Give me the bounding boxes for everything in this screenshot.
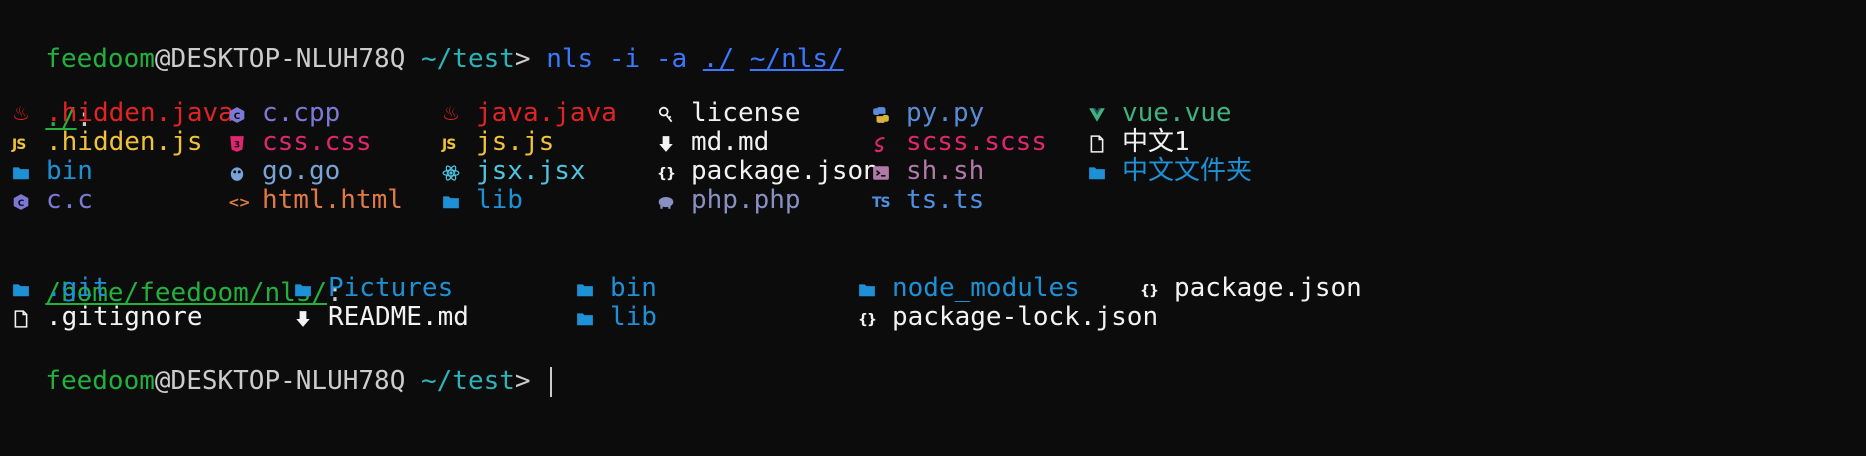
prompt-symbol: > xyxy=(514,44,531,74)
json-icon: {} xyxy=(858,312,877,328)
file-name: scss.scss xyxy=(906,127,1047,157)
file-entry[interactable]: Cc.c xyxy=(12,183,93,218)
file-entry[interactable]: TS ts.ts xyxy=(872,183,984,218)
file-name: bin xyxy=(46,156,93,186)
file-name: sh.sh xyxy=(906,156,985,186)
folder-icon xyxy=(576,300,610,335)
prompt-line[interactable]: feedoom@DESKTOP-NLUH78Q ~/test> xyxy=(14,329,553,397)
file-name: lib xyxy=(476,185,523,215)
file-entry[interactable]: {} package-lock.json xyxy=(858,300,1158,335)
file-name: go.go xyxy=(262,156,341,186)
file-name: README.md xyxy=(328,302,469,332)
folder-icon xyxy=(442,183,476,218)
text-cursor xyxy=(550,366,553,397)
svg-text:C: C xyxy=(234,111,241,121)
file-name: package.json xyxy=(1174,273,1362,303)
file-entry[interactable]: lib xyxy=(442,183,523,218)
file-name: vue.vue xyxy=(1122,98,1232,128)
file-name: js.js xyxy=(476,127,555,157)
svg-text:3: 3 xyxy=(234,140,240,150)
file-name: c.cpp xyxy=(262,98,341,128)
prompt-host: @DESKTOP-NLUH78Q xyxy=(154,44,406,74)
file-name: license xyxy=(691,98,801,128)
command-flags: -i -a xyxy=(608,44,688,74)
file-entry[interactable]: 中文文件夹 xyxy=(1088,154,1252,189)
file-name: 中文文件夹 xyxy=(1122,156,1253,186)
file-name: Pictures xyxy=(328,273,454,303)
file-name: .hidden.js xyxy=(46,127,203,157)
file-name: css.css xyxy=(262,127,372,157)
svg-text:C: C xyxy=(18,198,25,208)
file-entry[interactable]: php.php xyxy=(657,183,801,218)
file-name: lib xyxy=(610,302,657,332)
prompt-user: feedoom xyxy=(45,366,155,396)
command-arg-2: ~/nls/ xyxy=(749,44,844,74)
command-name: nls xyxy=(546,44,594,74)
file-name: md.md xyxy=(691,127,770,157)
prompt-symbol: > xyxy=(514,366,531,396)
file-name: node_modules xyxy=(892,273,1080,303)
command-line: feedoom@DESKTOP-NLUH78Q ~/test> nls -i -… xyxy=(14,7,843,74)
typescript-icon: TS xyxy=(872,195,891,211)
file-name: jsx.jsx xyxy=(476,156,586,186)
folder-icon xyxy=(1088,154,1122,189)
html-icon: <> xyxy=(228,195,250,211)
file-name: bin xyxy=(610,273,657,303)
file-name: package-lock.json xyxy=(892,302,1159,332)
command-arg-1: ./ xyxy=(702,44,735,74)
prompt-cwd: ~/test xyxy=(421,44,515,74)
file-name: java.java xyxy=(476,98,617,128)
json-icon: {} xyxy=(1140,283,1159,299)
file-name: c.c xyxy=(46,185,93,215)
php-icon xyxy=(657,183,691,218)
file-name: ts.ts xyxy=(906,185,985,215)
file-name: html.html xyxy=(262,185,403,215)
file-name: py.py xyxy=(906,98,985,128)
file-name: .git xyxy=(46,273,109,303)
prompt-cwd: ~/test xyxy=(421,366,515,396)
c-icon: C xyxy=(12,183,46,218)
file-name: php.php xyxy=(691,185,801,215)
file-name: .hidden.java xyxy=(46,98,234,128)
file-entry[interactable]: <> html.html xyxy=(228,183,403,218)
file-name: package.json xyxy=(691,156,879,186)
file-name: 中文1 xyxy=(1122,127,1190,157)
file-entry[interactable]: {} package.json xyxy=(1140,271,1362,306)
prompt-host: @DESKTOP-NLUH78Q xyxy=(154,366,406,396)
file-entry[interactable]: lib xyxy=(576,300,657,335)
file-name: .gitignore xyxy=(46,302,203,332)
